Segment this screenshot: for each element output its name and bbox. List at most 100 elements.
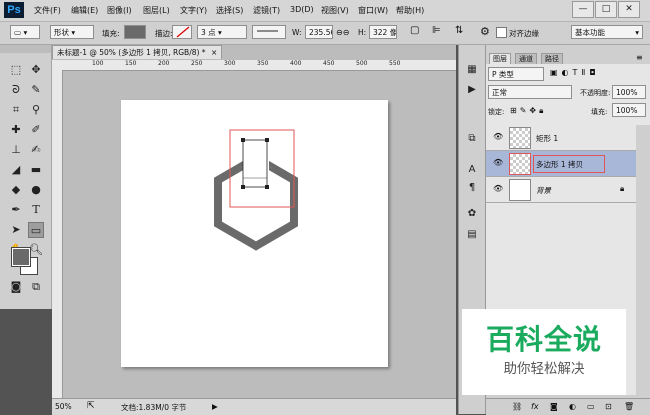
path-selection-tool-icon[interactable]: ➤ (8, 222, 24, 238)
path-arrangement-icon[interactable]: ⇅ (455, 25, 463, 36)
menu-filter[interactable]: 滤镜(T) (253, 5, 280, 16)
align-edges-checkbox[interactable] (496, 27, 507, 38)
swatches-panel-icon[interactable]: ✿ (464, 206, 480, 222)
eraser-tool-icon[interactable]: ◢ (8, 162, 24, 178)
anchor-point[interactable] (241, 185, 245, 189)
rectangle-tool-icon[interactable]: ▭ (28, 222, 44, 238)
close-button[interactable]: ✕ (618, 1, 640, 18)
eyedropper-tool-icon[interactable]: ⚲ (28, 102, 44, 118)
move-tool-icon[interactable]: ✥ (28, 62, 44, 78)
document-tab[interactable]: 未标题-1 @ 50% (多边形 1 拷贝, RGB/8) * × (52, 45, 222, 59)
opacity-label: 不透明度: (580, 89, 611, 97)
layer-polygon-1-copy[interactable]: 👁︎ 多边形 1 拷贝 (486, 151, 636, 177)
anchor-point[interactable] (241, 138, 245, 142)
foreground-color-swatch[interactable] (11, 247, 31, 267)
zoom-level[interactable]: 50% (55, 402, 72, 411)
brush-tool-icon[interactable]: ✐ (28, 122, 44, 138)
link-icon[interactable]: ⛓ (512, 402, 522, 411)
link-dimensions-icon[interactable]: ⊖⊖ (336, 28, 349, 37)
stroke-width-field[interactable]: 3 点 ▾ (197, 25, 247, 39)
menu-help[interactable]: 帮助(H) (396, 5, 424, 16)
menu-file[interactable]: 文件(F) (34, 5, 61, 16)
height-field[interactable]: 322 像 (369, 25, 397, 39)
mask-icon[interactable]: ◙ (550, 402, 558, 411)
dodge-tool-icon[interactable]: ● (28, 182, 44, 198)
tab-layers[interactable]: 图层 (489, 53, 511, 64)
options-bar: ▭ ▾ 形状 ▾ 填充: 描边: 3 点 ▾ W: 235.56 ⊖⊖ H: 3… (0, 22, 650, 45)
fx-icon[interactable]: fx (531, 402, 539, 411)
panel-menu-icon[interactable]: ≡ (636, 53, 643, 62)
menu-edit[interactable]: 编辑(E) (71, 5, 98, 16)
visibility-eye-icon[interactable]: 👁︎ (493, 185, 503, 193)
actions-panel-icon[interactable]: ▶ (464, 82, 480, 98)
adjustment-icon[interactable]: ◐ (569, 402, 576, 411)
close-tab-icon[interactable]: × (211, 48, 217, 57)
status-menu-arrow-icon[interactable]: ▶ (212, 402, 218, 411)
kind-filter-select[interactable]: P 类型 (488, 67, 544, 81)
blur-tool-icon[interactable]: ◆ (8, 182, 24, 198)
lock-icon: 🔒︎ (620, 184, 625, 193)
tab-paths[interactable]: 路径 (541, 53, 563, 64)
menu-select[interactable]: 选择(S) (216, 5, 243, 16)
export-icon[interactable]: ⇱ (87, 401, 95, 411)
styles-panel-icon[interactable]: ▤ (464, 227, 480, 243)
group-icon[interactable]: ▭ (587, 402, 595, 411)
toolbar-grip[interactable] (0, 45, 51, 53)
ruler-label: 100 (92, 60, 104, 67)
trash-icon[interactable]: 🗑︎ (624, 402, 634, 411)
fill-swatch[interactable] (124, 25, 146, 39)
document-canvas[interactable] (121, 100, 388, 367)
minimize-button[interactable]: — (572, 1, 594, 18)
lasso-tool-icon[interactable]: ᘐ (8, 82, 24, 98)
history-panel-icon[interactable]: ▦ (464, 62, 480, 78)
history-brush-tool-icon[interactable]: ✍ (28, 142, 44, 158)
path-operations-icon[interactable]: ▢ (410, 25, 419, 36)
gradient-tool-icon[interactable]: ▬ (28, 162, 44, 178)
workspace-select[interactable]: 基本功能 ▾ (571, 25, 643, 39)
pen-tool-icon[interactable]: ✒ (8, 202, 24, 218)
white-rectangle-shape[interactable] (243, 140, 269, 210)
filter-icons[interactable]: ▣◐TⅡ◘ (550, 68, 600, 77)
paragraph-panel-icon[interactable]: ¶ (464, 180, 480, 196)
screen-mode-icon[interactable]: ⧉ (28, 279, 44, 295)
tool-preset-picker[interactable]: ▭ ▾ (10, 25, 40, 39)
stroke-swatch[interactable] (172, 25, 192, 39)
clone-source-panel-icon[interactable]: ⧉ (464, 131, 480, 147)
maximize-button[interactable]: □ (595, 1, 617, 18)
character-panel-icon[interactable]: A (464, 162, 480, 178)
crop-tool-icon[interactable]: ⌗ (8, 102, 24, 118)
menu-image[interactable]: 图像(I) (107, 5, 132, 16)
visibility-eye-icon[interactable]: 👁︎ (493, 133, 503, 141)
lock-icons[interactable]: ⊞✎✥🔒︎ (510, 106, 546, 116)
marquee-tool-icon[interactable]: ⬚ (8, 62, 24, 78)
anchor-point[interactable] (265, 138, 269, 142)
opacity-field[interactable]: 100% (612, 85, 646, 99)
zoom-tool-icon[interactable]: 🔍︎ (28, 242, 44, 258)
ruler-label: 150 (125, 60, 137, 67)
new-layer-icon[interactable]: ⊡ (605, 402, 612, 411)
menu-3d[interactable]: 3D(D) (290, 5, 314, 14)
anchor-point[interactable] (265, 185, 269, 189)
menu-view[interactable]: 视图(V) (321, 5, 349, 16)
healing-brush-tool-icon[interactable]: ✚ (8, 122, 24, 138)
mode-select[interactable]: 形状 ▾ (50, 25, 94, 39)
quick-mask-icon[interactable]: ◙ (8, 279, 24, 295)
clone-stamp-tool-icon[interactable]: ⊥ (8, 142, 24, 158)
gear-icon[interactable]: ⚙ (480, 25, 490, 38)
vertical-ruler (52, 70, 63, 398)
blend-mode-select[interactable]: 正常 (488, 85, 572, 99)
quick-selection-tool-icon[interactable]: ✎ (28, 82, 44, 98)
menu-window[interactable]: 窗口(W) (358, 5, 388, 16)
ruler-label: 400 (290, 60, 302, 67)
path-alignment-icon[interactable]: ⊫ (432, 25, 441, 36)
type-tool-icon[interactable]: T (28, 202, 44, 218)
menu-layer[interactable]: 图层(L) (143, 5, 170, 16)
tab-channels[interactable]: 通道 (515, 53, 537, 64)
layer-rectangle-1[interactable]: 👁︎ 矩形 1 (486, 125, 636, 151)
menu-type[interactable]: 文字(Y) (180, 5, 207, 16)
fill-field[interactable]: 100% (612, 103, 646, 117)
width-field[interactable]: 235.56 (305, 25, 333, 39)
stroke-type-select[interactable] (252, 25, 286, 39)
layer-background[interactable]: 👁︎ 背景 🔒︎ (486, 177, 636, 203)
visibility-eye-icon[interactable]: 👁︎ (493, 159, 503, 167)
